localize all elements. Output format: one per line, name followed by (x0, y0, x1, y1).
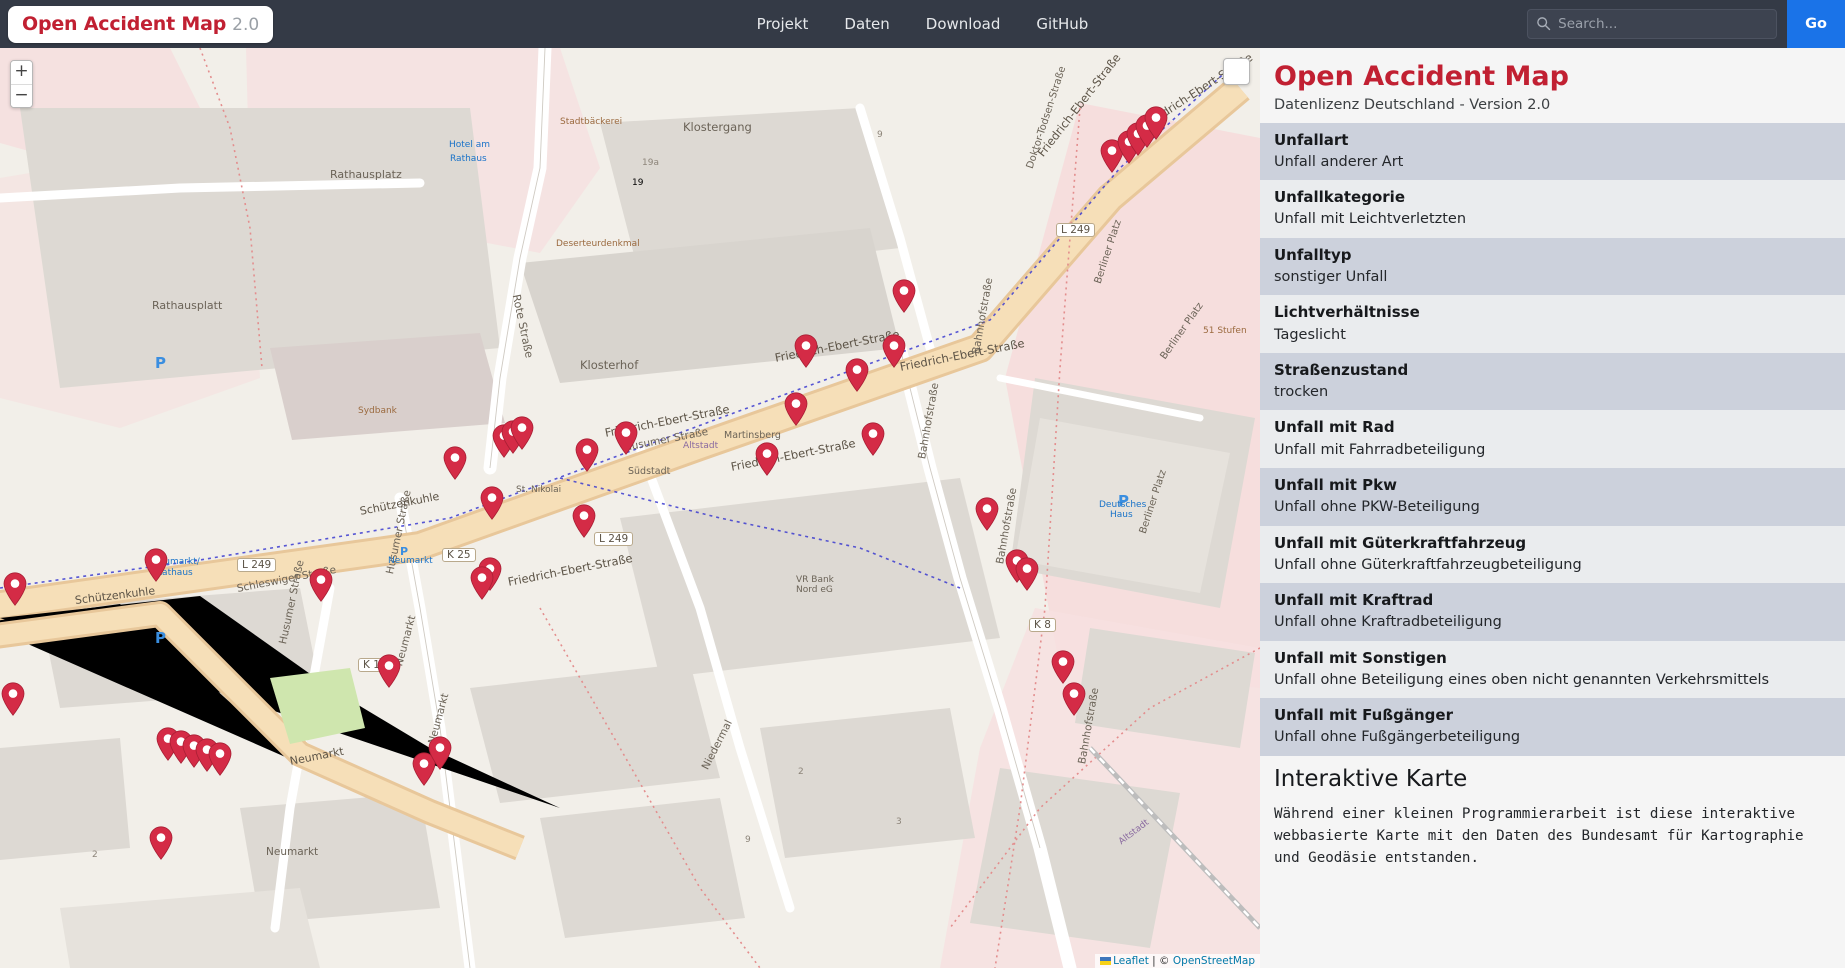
detail-value: Unfall mit Leichtverletzten (1274, 211, 1467, 228)
accident-marker-pin[interactable] (1015, 557, 1039, 591)
accident-marker-pin[interactable] (845, 358, 869, 392)
accident-marker-pin[interactable] (892, 279, 916, 313)
accident-marker-pin[interactable] (510, 416, 534, 450)
accident-marker-pin[interactable] (975, 497, 999, 531)
detail-value: Tageslicht (1274, 326, 1346, 343)
accident-marker-pin[interactable] (882, 334, 906, 368)
detail-value: trocken (1274, 384, 1329, 401)
zoom-in-button[interactable]: + (11, 61, 32, 84)
accident-marker-pin[interactable] (3, 572, 27, 606)
info-body: Während einer kleinen Programmierarbeit … (1274, 806, 1813, 867)
detail-row: Unfall mit Sonstigen Unfall ohne Beteilig… (1260, 640, 1845, 699)
detail-value: Unfall ohne Güterkraftfahrzeugbeteiligun… (1274, 556, 1582, 573)
detail-row: Unfall mit Güterkraftfahrzeug Unfall ohne… (1260, 525, 1845, 584)
accident-marker-pin[interactable] (861, 422, 885, 456)
detail-label: Unfall mit Pkw (1274, 475, 1398, 494)
accident-marker-pin[interactable] (572, 504, 596, 538)
accident-marker-pin[interactable] (443, 446, 467, 480)
svg-text:P: P (1118, 492, 1129, 510)
panel-subtitle: Datenlizenz Deutschland - Version 2.0 (1274, 96, 1551, 113)
detail-row: Lichtverhältnisse Tageslicht (1260, 295, 1845, 353)
details-sidebar: Open Accident Map Datenlizenz Deutschlan… (1260, 48, 1845, 968)
accident-marker-pin[interactable] (470, 566, 494, 600)
detail-value: Unfall mit Fahrradbeteiligung (1274, 441, 1486, 458)
accident-marker-pin[interactable] (309, 568, 333, 602)
nav-link-download[interactable]: Download (926, 15, 1001, 33)
accident-marker-pin[interactable] (1062, 682, 1086, 716)
nav-link-projekt[interactable]: Projekt (757, 15, 809, 33)
leaflet-flag-icon (1100, 957, 1112, 965)
detail-value: sonstiger Unfall (1274, 269, 1388, 286)
map-attribution: Leaflet | © OpenStreetMap (1095, 954, 1260, 968)
detail-label: Unfall mit Fußgänger (1274, 706, 1453, 725)
map-container[interactable]: P P P P Rathausplatz Klostergang Stadtbäck… (0, 48, 1260, 968)
accident-marker-pin[interactable] (755, 442, 779, 476)
detail-label: Unfallkategorie (1274, 188, 1405, 207)
detail-row: Unfalltyp sonstiger Unfall (1260, 237, 1845, 296)
accident-marker-pin[interactable] (1051, 650, 1075, 684)
brand-version: 2.0 (232, 14, 260, 35)
detail-label: Lichtverhältnisse (1274, 303, 1420, 322)
navbar-right: Go (1527, 0, 1845, 48)
svg-text:P: P (155, 354, 166, 372)
detail-label: Unfall mit Kraftrad (1274, 591, 1434, 610)
detail-label: Unfallart (1274, 130, 1349, 149)
accident-marker-pin[interactable] (208, 742, 232, 776)
accident-marker-pin[interactable] (149, 826, 173, 860)
detail-value: Unfall ohne Fußgängerbeteiligung (1274, 729, 1521, 746)
detail-value: Unfall ohne Beteiligung eines oben nicht… (1274, 671, 1770, 688)
detail-row: Unfall mit Pkw Unfall ohne PKW-Beteiligun… (1260, 467, 1845, 526)
brand-name: Open Accident Map (22, 12, 227, 35)
accident-marker-pin[interactable] (614, 421, 638, 455)
layers-control-button[interactable] (1223, 58, 1250, 85)
nav-link-github[interactable]: GitHub (1036, 15, 1088, 33)
zoom-controls[interactable]: + − (10, 60, 33, 108)
map-tiles: P P P P (0, 48, 1260, 968)
nav-link-daten[interactable]: Daten (844, 15, 889, 33)
search-wrapper (1527, 9, 1778, 39)
accident-marker-pin[interactable] (1, 682, 25, 716)
accident-marker-pin[interactable] (377, 654, 401, 688)
detail-label: Straßenzustand (1274, 360, 1409, 379)
detail-value: Unfall ohne PKW-Beteiligung (1274, 499, 1480, 516)
detail-row: Unfall mit Kraftrad Unfall ohne Kraftradb… (1260, 583, 1845, 641)
leaflet-link[interactable]: Leaflet (1113, 955, 1149, 967)
info-title: Interaktive Karte (1274, 765, 1468, 792)
detail-value: Unfall ohne Kraftradbeteiligung (1274, 614, 1502, 631)
zoom-out-button[interactable]: − (11, 84, 32, 107)
info-block: Interaktive Karte Während einer kleinen … (1260, 755, 1845, 884)
detail-value: Unfall anderer Art (1274, 153, 1404, 170)
svg-text:P: P (400, 545, 408, 558)
detail-row: Unfallkategorie Unfall mit Leichtverletzt… (1260, 180, 1845, 238)
detail-label: Unfall mit Güterkraftfahrzeug (1274, 533, 1527, 552)
brand-logo[interactable]: Open Accident Map 2.0 (8, 5, 274, 43)
detail-label: Unfall mit Rad (1274, 418, 1395, 437)
navbar: Open Accident Map 2.0 Projekt Daten Down… (0, 0, 1845, 48)
search-input[interactable] (1527, 9, 1778, 39)
detail-label: Unfalltyp (1274, 245, 1352, 264)
detail-row: Unfall mit Rad Unfall mit Fahrradbeteilig… (1260, 410, 1845, 468)
accident-marker-pin[interactable] (575, 438, 599, 472)
accident-marker-pin[interactable] (428, 736, 452, 770)
accident-marker-pin[interactable] (784, 392, 808, 426)
detail-row: Straßenzustand trocken (1260, 352, 1845, 411)
svg-text:P: P (155, 629, 166, 647)
accident-marker-pin[interactable] (1144, 106, 1168, 140)
panel-header: Open Accident Map Datenlizenz Deutschlan… (1260, 48, 1845, 123)
openstreetmap-link[interactable]: OpenStreetMap (1173, 955, 1255, 967)
detail-row: Unfallart Unfall anderer Art (1260, 122, 1845, 181)
go-button[interactable]: Go (1787, 0, 1845, 48)
attribution-separator: | © (1148, 955, 1173, 967)
detail-row: Unfall mit Fußgänger Unfall ohne Fußgänge… (1260, 698, 1845, 756)
accident-marker-pin[interactable] (794, 334, 818, 368)
accident-detail-list: Unfallart Unfall anderer Art Unfallkategor… (1260, 122, 1845, 756)
panel-title: Open Accident Map (1274, 61, 1569, 92)
accident-marker-pin[interactable] (144, 548, 168, 582)
detail-label: Unfall mit Sonstigen (1274, 648, 1447, 667)
accident-marker-pin[interactable] (480, 486, 504, 520)
